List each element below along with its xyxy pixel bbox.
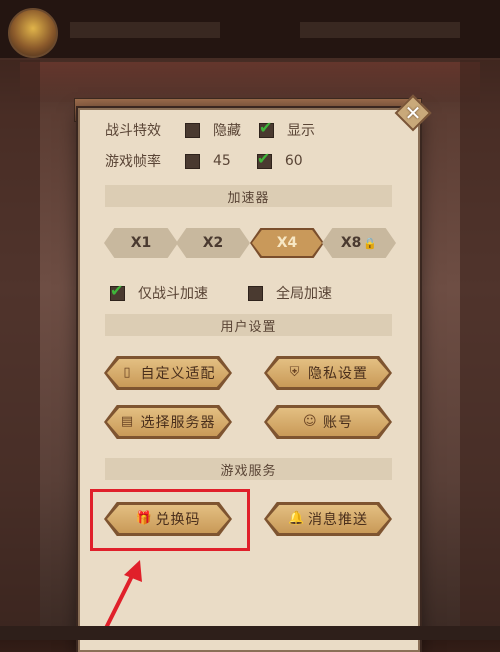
bottom-bar: [0, 626, 500, 640]
annotation-arrow: [98, 560, 142, 640]
